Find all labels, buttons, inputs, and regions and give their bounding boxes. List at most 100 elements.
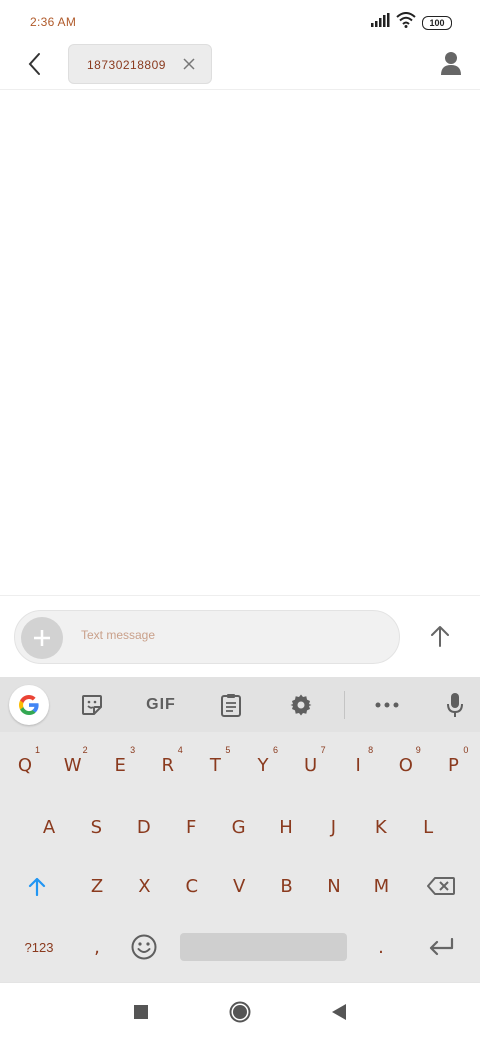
clipboard-button[interactable] (212, 687, 250, 723)
key-i[interactable]: 8I (335, 739, 381, 791)
sticker-button[interactable] (73, 687, 111, 723)
symbols-key-label: ?123 (24, 939, 54, 955)
attach-button[interactable] (21, 617, 63, 659)
key-g[interactable]: G (216, 801, 262, 853)
key-hint: 8 (368, 745, 374, 755)
recipient-number: 18730218809 (87, 58, 166, 72)
compose-field[interactable]: Text message (14, 610, 400, 664)
key-hint: 5 (225, 745, 231, 755)
keyboard-toolbar: GIF (0, 677, 480, 732)
mic-icon (447, 693, 463, 717)
key-q[interactable]: 1Q (2, 739, 48, 791)
key-s[interactable]: S (73, 801, 119, 853)
key-hint: 1 (34, 745, 40, 755)
message-input[interactable]: Text message (81, 628, 155, 642)
key-l[interactable]: L (405, 801, 451, 853)
key-m[interactable]: M (358, 860, 404, 912)
key-z[interactable]: Z (74, 860, 120, 912)
back-button[interactable] (20, 50, 48, 78)
enter-key[interactable] (418, 921, 464, 973)
key-label: P (447, 754, 459, 776)
remove-recipient-button[interactable] (181, 56, 197, 72)
key-b[interactable]: B (264, 860, 310, 912)
backspace-key[interactable] (418, 860, 464, 912)
key-o[interactable]: 9O (383, 739, 429, 791)
key-f[interactable]: F (168, 801, 214, 853)
key-label: O (398, 754, 413, 776)
shift-key[interactable] (14, 860, 60, 912)
key-n[interactable]: N (311, 860, 357, 912)
key-label: U (304, 754, 318, 776)
battery-level: 100 (429, 17, 445, 28)
google-icon (19, 695, 39, 715)
key-label: X (138, 875, 151, 897)
key-d[interactable]: D (121, 801, 167, 853)
key-hint: 3 (130, 745, 136, 755)
send-button[interactable] (426, 622, 454, 650)
sticker-icon (82, 695, 102, 715)
key-hint: 4 (177, 745, 183, 755)
symbols-key[interactable]: ?123 (14, 921, 64, 973)
key-p[interactable]: 0P (430, 739, 476, 791)
more-button[interactable] (368, 687, 406, 723)
emoji-key[interactable] (121, 921, 167, 973)
status-bar: 2:36 AM 100 (0, 0, 480, 44)
key-label: R (161, 754, 175, 776)
system-back-button[interactable] (324, 997, 354, 1027)
emoji-icon (131, 934, 157, 960)
recipient-chip[interactable]: 18730218809 (68, 44, 212, 84)
close-icon (183, 58, 195, 70)
key-x[interactable]: X (121, 860, 167, 912)
conversation-header: 18730218809 (0, 44, 480, 90)
key-label: T (209, 754, 221, 776)
home-circle-icon (229, 1001, 251, 1023)
send-arrow-icon (431, 626, 449, 647)
key-label: F (186, 816, 197, 838)
key-hint: 0 (463, 745, 469, 755)
add-contact-button[interactable] (436, 48, 466, 78)
key-hint: 7 (320, 745, 326, 755)
key-label: H (279, 816, 293, 838)
recents-button[interactable] (126, 997, 156, 1027)
space-key[interactable] (180, 933, 347, 961)
key-label: M (373, 875, 390, 897)
key-k[interactable]: K (358, 801, 404, 853)
voice-input-button[interactable] (436, 687, 474, 723)
key-u[interactable]: 7U (288, 739, 334, 791)
key-c[interactable]: C (169, 860, 215, 912)
gif-label: GIF (146, 696, 176, 713)
key-v[interactable]: V (216, 860, 262, 912)
key-label: N (327, 875, 341, 897)
google-search-button[interactable] (9, 685, 49, 725)
key-label: Z (90, 875, 104, 897)
gif-button[interactable]: GIF (138, 687, 184, 723)
comma-key[interactable]: , (74, 921, 120, 973)
enter-icon (429, 938, 454, 956)
key-label: Q (17, 754, 33, 776)
key-h[interactable]: H (263, 801, 309, 853)
period-key[interactable]: . (358, 921, 404, 973)
key-t[interactable]: 5T (192, 739, 238, 791)
home-button[interactable] (225, 997, 255, 1027)
key-r[interactable]: 4R (145, 739, 191, 791)
key-label: A (42, 816, 56, 838)
key-hint: 9 (415, 745, 421, 755)
key-a[interactable]: A (26, 801, 72, 853)
status-time: 2:36 AM (30, 15, 77, 29)
compose-bar: Text message (0, 595, 480, 677)
key-label: J (330, 816, 337, 838)
key-label: D (136, 816, 151, 838)
keyboard: GIF 1 Q 2 W 3 E 4 R 5 T 6 Y 7 U 8 I 9 O … (0, 677, 480, 982)
key-j[interactable]: J (310, 801, 356, 853)
key-hint: 2 (82, 745, 88, 755)
key-y[interactable]: 6Y (240, 739, 286, 791)
settings-button[interactable] (282, 687, 320, 723)
back-icon (28, 53, 40, 75)
key-label: C (185, 875, 199, 897)
key-w[interactable]: 2W (50, 739, 96, 791)
key-label: B (280, 875, 293, 897)
wifi-icon (396, 12, 416, 33)
key-e[interactable]: 3E (97, 739, 143, 791)
backspace-icon (427, 877, 455, 895)
shift-arrow-icon (28, 877, 46, 896)
